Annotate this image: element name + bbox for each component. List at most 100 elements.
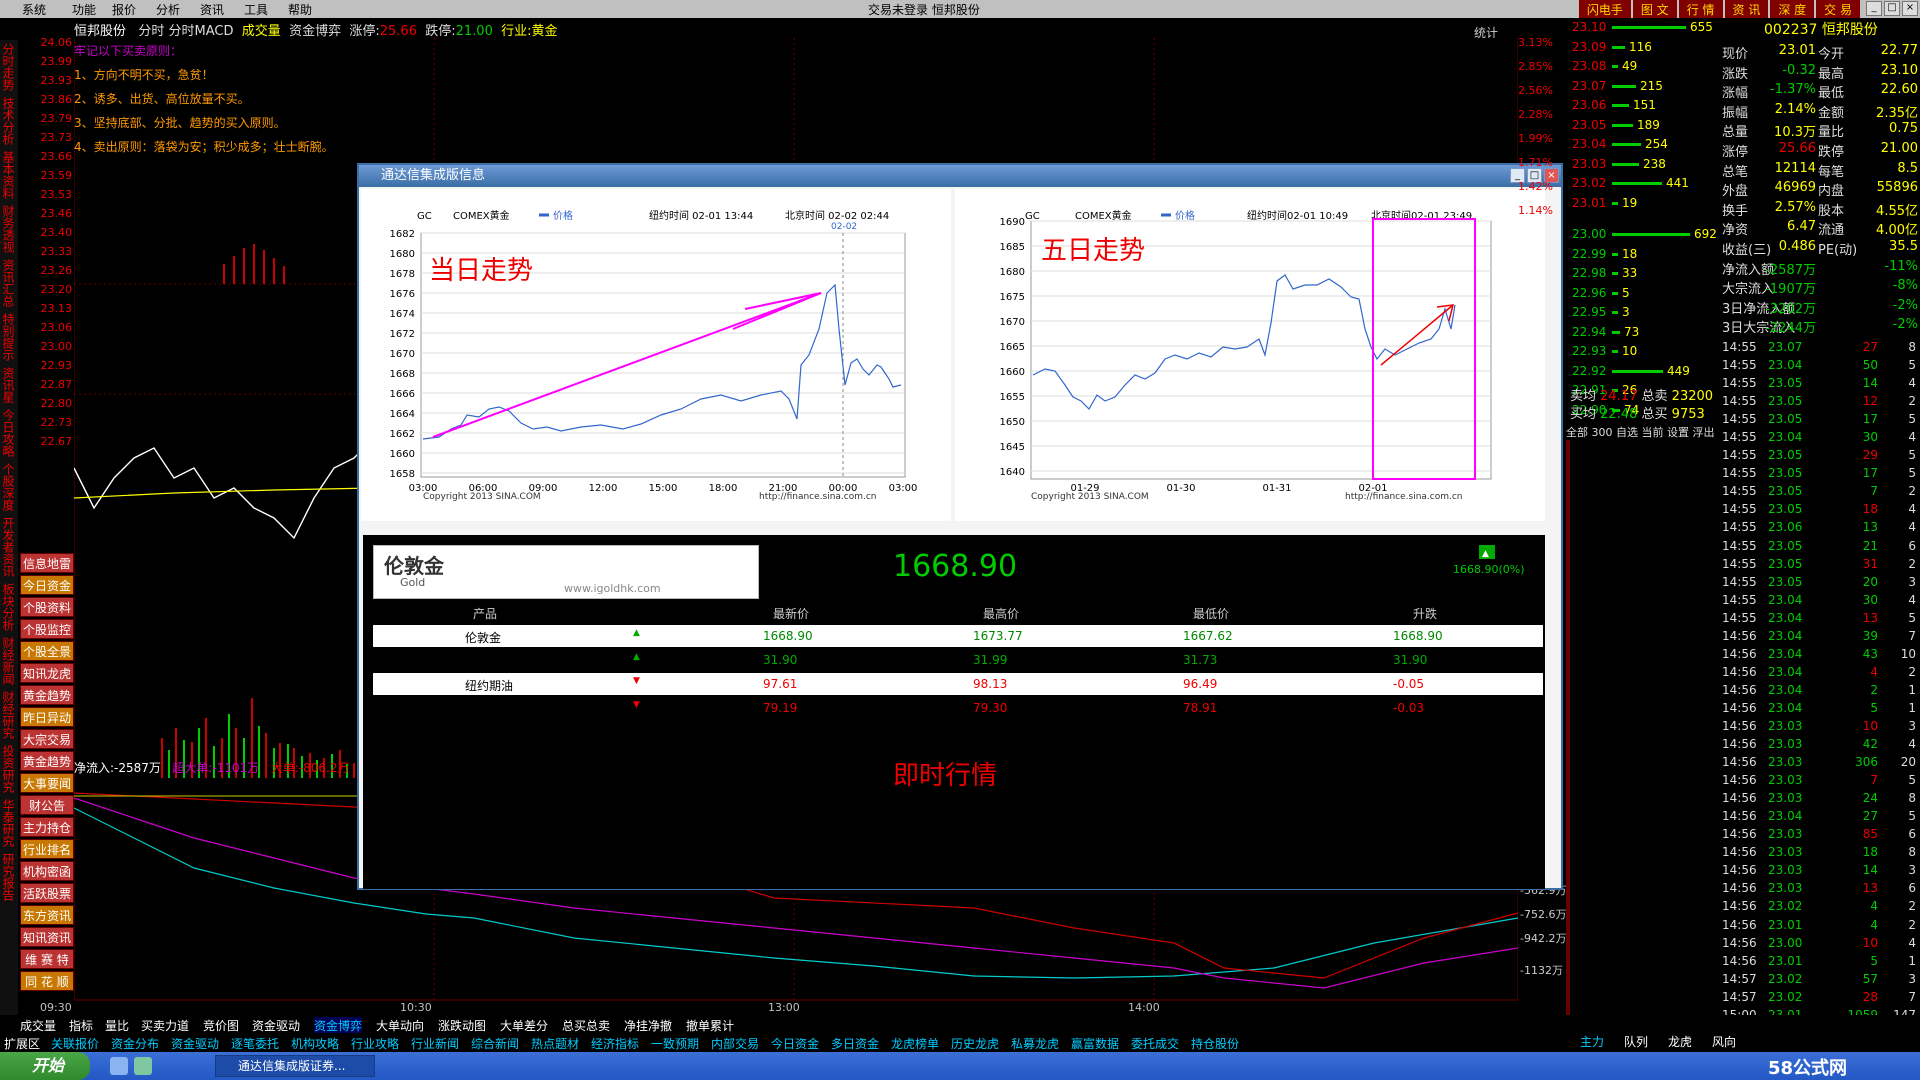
quote-row-0[interactable]: 伦敦金 ▲ 1668.90 1673.77 1667.62 1668.90 — [373, 625, 1543, 647]
side-btn-3[interactable]: 个股监控 — [20, 619, 74, 639]
top-btn-chart[interactable]: 图 文 — [1632, 0, 1677, 18]
side-btn-17[interactable]: 知讯资讯 — [20, 927, 74, 947]
vtab-1[interactable]: 技术分析 — [0, 94, 17, 148]
vtab-14[interactable]: 华泰研究 — [0, 796, 17, 850]
top-btn-news[interactable]: 资 讯 — [1724, 0, 1769, 18]
bottom-tab-4[interactable]: 竞价图 — [203, 1017, 239, 1034]
vtab-9[interactable]: 开发者资讯 — [0, 514, 17, 580]
menu-quote[interactable]: 报价 — [112, 1, 136, 18]
menu-analysis[interactable]: 分析 — [156, 1, 180, 18]
ext-tab-18[interactable]: 赢富数据 — [1071, 1035, 1119, 1052]
vtab-0[interactable]: 分时走势 — [0, 40, 17, 94]
right-tab-2[interactable]: 龙虎 — [1658, 1033, 1702, 1051]
top-btn-flash[interactable]: 闪电手 — [1578, 0, 1631, 18]
side-btn-15[interactable]: 活跃股票 — [20, 883, 74, 903]
quote-row-1[interactable]: ▲ 31.90 31.99 31.73 31.90 — [373, 649, 1543, 671]
bottom-tab-12[interactable]: 撤单累计 — [686, 1017, 734, 1034]
vtab-13[interactable]: 投资研究 — [0, 742, 17, 796]
bottom-tab-7[interactable]: 大单动向 — [376, 1017, 424, 1034]
header-chip[interactable]: 资金博弈 — [289, 24, 341, 39]
side-btn-11[interactable]: 财公告 — [20, 795, 74, 815]
ext-tab-7[interactable]: 行业新闻 — [411, 1035, 459, 1052]
vtab-3[interactable]: 财务透视 — [0, 202, 17, 256]
ext-tab-12[interactable]: 内部交易 — [711, 1035, 759, 1052]
quote-row-3[interactable]: ▼ 79.19 79.30 78.91 -0.03 — [373, 697, 1543, 719]
menu-help[interactable]: 帮助 — [288, 1, 312, 18]
ext-tab-13[interactable]: 今日资金 — [771, 1035, 819, 1052]
window-maximize-icon[interactable]: □ — [1884, 1, 1900, 16]
menu-tools[interactable]: 工具 — [244, 1, 268, 18]
side-btn-14[interactable]: 机构密函 — [20, 861, 74, 881]
bottom-tab-0[interactable]: 成交量 — [20, 1017, 56, 1034]
side-btn-18[interactable]: 维 赛 特 — [20, 949, 74, 969]
side-btn-2[interactable]: 个股资料 — [20, 597, 74, 617]
top-btn-trade[interactable]: 交 易 — [1816, 0, 1860, 18]
side-btn-12[interactable]: 主力持仓 — [20, 817, 74, 837]
right-tab-3[interactable]: 风向 — [1702, 1033, 1746, 1051]
vtab-4[interactable]: 资讯汇总 — [0, 256, 17, 310]
ext-tab-1[interactable]: 关联报价 — [51, 1035, 99, 1052]
side-btn-10[interactable]: 大事要闻 — [20, 773, 74, 793]
ext-tab-8[interactable]: 综合新闻 — [471, 1035, 519, 1052]
ext-tab-15[interactable]: 龙虎榜单 — [891, 1035, 939, 1052]
top-btn-depth[interactable]: 深 度 — [1770, 0, 1815, 18]
quote-row-2[interactable]: 纽约期油 ▼ 97.61 98.13 96.49 -0.05 — [373, 673, 1543, 695]
vtab-5[interactable]: 特别提示 — [0, 310, 17, 364]
right-tab-0[interactable]: 主力 — [1570, 1033, 1614, 1051]
ext-tab-16[interactable]: 历史龙虎 — [951, 1035, 999, 1052]
quicklaunch-icon[interactable] — [110, 1057, 128, 1075]
header-vol-label[interactable]: 成交量 — [242, 24, 281, 39]
side-btn-5[interactable]: 知讯龙虎 — [20, 663, 74, 683]
side-btn-13[interactable]: 行业排名 — [20, 839, 74, 859]
side-btn-6[interactable]: 黄金趋势 — [20, 685, 74, 705]
ext-tab-3[interactable]: 资金驱动 — [171, 1035, 219, 1052]
ext-tab-14[interactable]: 多日资金 — [831, 1035, 879, 1052]
dialog-title-bar[interactable]: 通达信集成版信息 _ □ × — [359, 165, 1561, 187]
side-btn-1[interactable]: 今日资金 — [20, 575, 74, 595]
side-btn-4[interactable]: 个股全景 — [20, 641, 74, 661]
vtab-8[interactable]: 个股深度 — [0, 460, 17, 514]
ext-tab-17[interactable]: 私募龙虎 — [1011, 1035, 1059, 1052]
menu-news[interactable]: 资讯 — [200, 1, 224, 18]
ext-tab-5[interactable]: 机构攻略 — [291, 1035, 339, 1052]
bottom-tab-11[interactable]: 净挂净撤 — [624, 1017, 672, 1034]
ext-tab-10[interactable]: 经济指标 — [591, 1035, 639, 1052]
header-tabs[interactable]: 分时 分时MACD — [138, 24, 233, 39]
bottom-tab-2[interactable]: 量比 — [105, 1017, 129, 1034]
taskbar-task[interactable]: 通达信集成版证券... — [215, 1055, 375, 1077]
menu-function[interactable]: 功能 — [72, 1, 96, 18]
quicklaunch-icon-2[interactable] — [134, 1057, 152, 1075]
bottom-tab-10[interactable]: 总买总卖 — [562, 1017, 610, 1034]
bottom-tab-8[interactable]: 涨跌动图 — [438, 1017, 486, 1034]
vtab-10[interactable]: 板块分析 — [0, 580, 17, 634]
ext-tab-0[interactable]: 扩展区 — [4, 1035, 40, 1052]
start-button[interactable]: 开始 — [0, 1052, 90, 1080]
side-btn-9[interactable]: 黄金趋势 — [20, 751, 74, 771]
ext-tab-19[interactable]: 委托成交 — [1131, 1035, 1179, 1052]
ext-tab-9[interactable]: 热点题材 — [531, 1035, 579, 1052]
side-btn-7[interactable]: 昨日异动 — [20, 707, 74, 727]
vtab-11[interactable]: 财经新闻 — [0, 634, 17, 688]
right-tab-1[interactable]: 队列 — [1614, 1033, 1658, 1051]
window-minimize-icon[interactable]: _ — [1866, 1, 1882, 16]
bottom-tab-5[interactable]: 资金驱动 — [252, 1017, 300, 1034]
vtab-15[interactable]: 研究报告 — [0, 850, 17, 904]
top-btn-market[interactable]: 行 情 — [1678, 0, 1723, 18]
side-btn-16[interactable]: 东方资讯 — [20, 905, 74, 925]
ext-tab-20[interactable]: 持仓股份 — [1191, 1035, 1239, 1052]
menu-system[interactable]: 系统 — [22, 1, 46, 18]
side-btn-19[interactable]: 同 花 顺 — [20, 971, 74, 991]
vtab-6[interactable]: 资讯星 — [0, 364, 17, 406]
ext-tab-4[interactable]: 逐笔委托 — [231, 1035, 279, 1052]
bottom-tab-1[interactable]: 指标 — [69, 1017, 93, 1034]
ext-tab-2[interactable]: 资金分布 — [111, 1035, 159, 1052]
bottom-tab-9[interactable]: 大单差分 — [500, 1017, 548, 1034]
subtabs[interactable]: 全部 300 自选 当前 设置 浮出 — [1566, 424, 1720, 438]
vtab-7[interactable]: 今日攻略 — [0, 406, 17, 460]
bottom-tab-3[interactable]: 买卖力道 — [141, 1017, 189, 1034]
bottom-tab-6[interactable]: 资金博弈 — [314, 1017, 363, 1034]
side-btn-8[interactable]: 大宗交易 — [20, 729, 74, 749]
side-btn-0[interactable]: 信息地雷 — [20, 553, 74, 573]
window-close-icon[interactable]: × — [1902, 1, 1918, 16]
vtab-12[interactable]: 财经研究 — [0, 688, 17, 742]
